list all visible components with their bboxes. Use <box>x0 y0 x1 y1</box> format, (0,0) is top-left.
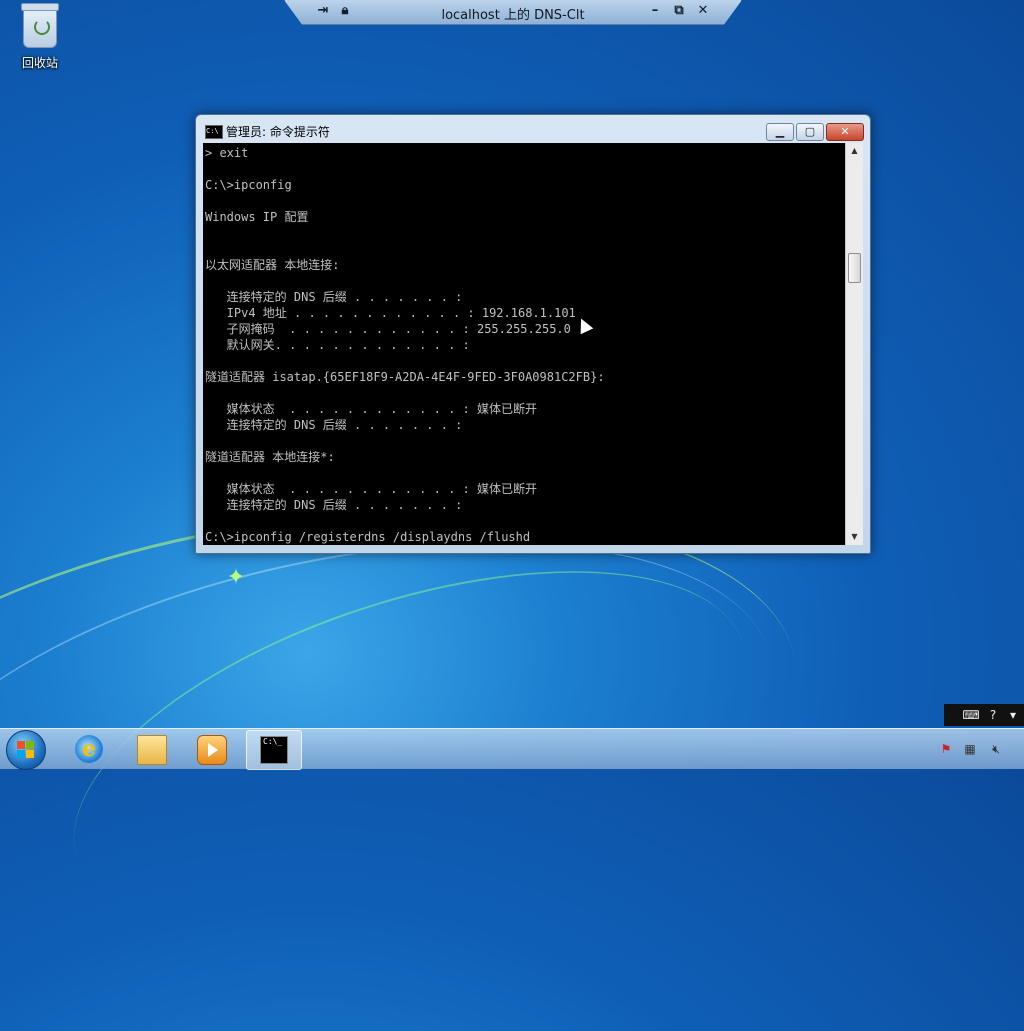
console-line: 媒体状态 . . . . . . . . . . . . : 媒体已断开 <box>205 402 537 416</box>
console-line: 默认网关. . . . . . . . . . . . . : <box>205 338 470 352</box>
console-line: > exit <box>205 146 249 160</box>
scroll-up-arrow-icon[interactable]: ▲ <box>846 143 863 159</box>
cmd-window-title: 管理员: 命令提示符 <box>226 125 330 139</box>
start-button[interactable] <box>6 730 46 770</box>
cmd-window: C:\ 管理员: 命令提示符 ▁ ▢ ✕ > exit C:\>ipconfig… <box>195 114 871 554</box>
recycle-bin-shortcut[interactable]: 回收站 <box>14 3 66 71</box>
window-close-button[interactable]: ✕ <box>826 123 864 141</box>
console-line: 隧道适配器 本地连接*: <box>205 450 335 464</box>
action-center-flag-icon[interactable]: ⚑ <box>938 741 954 757</box>
keyboard-icon[interactable]: ⌨ <box>962 707 980 723</box>
window-minimize-button[interactable]: ▁ <box>766 123 794 141</box>
console-line: 子网掩码 . . . . . . . . . . . . : 255.255.2… <box>205 322 571 336</box>
window-maximize-button[interactable]: ▢ <box>796 123 824 141</box>
help-icon[interactable]: ? <box>984 707 1002 723</box>
cmd-titlebar[interactable]: C:\ 管理员: 命令提示符 ▁ ▢ ✕ <box>196 115 870 143</box>
taskbar-cmd-button[interactable]: C:\_ <box>246 730 302 770</box>
restore-icon[interactable]: ⧉ <box>671 3 687 19</box>
console-line: 连接特定的 DNS 后缀 . . . . . . . : <box>205 290 463 304</box>
taskbar-ie-button[interactable]: e <box>62 730 116 768</box>
ie-icon: e <box>75 735 103 763</box>
console-line: 以太网适配器 本地连接: <box>205 258 340 272</box>
media-player-icon <box>197 735 227 765</box>
console-line: IPv4 地址 . . . . . . . . . . . . : 192.16… <box>205 306 576 320</box>
close-icon[interactable]: ✕ <box>695 3 711 19</box>
console-line: 媒体状态 . . . . . . . . . . . . : 媒体已断开 <box>205 482 537 496</box>
wallpaper-sparkle-icon: ✦ <box>226 565 246 590</box>
windows-logo-icon <box>17 741 35 759</box>
console-scrollbar[interactable]: ▲ ▼ <box>845 143 863 545</box>
cmd-taskbar-icon: C:\_ <box>260 736 288 764</box>
recycle-bin-icon <box>21 3 59 48</box>
console-line: C:\>ipconfig <box>205 178 292 192</box>
console-line: 连接特定的 DNS 后缀 . . . . . . . : <box>205 498 463 512</box>
scrollbar-thumb[interactable] <box>848 253 861 283</box>
minimize-icon[interactable]: – <box>647 3 663 19</box>
network-icon[interactable]: ▦ <box>962 741 978 757</box>
dropdown-icon[interactable]: ▾ <box>1004 707 1022 723</box>
volume-muted-icon[interactable]: 🔇︎ <box>988 741 1004 757</box>
taskbar-explorer-button[interactable] <box>124 730 178 768</box>
scroll-down-arrow-icon[interactable]: ▼ <box>846 529 863 545</box>
taskbar: e C:\_ ⚑ ▦ 🔇︎ <box>0 728 1024 770</box>
explorer-folder-icon <box>137 735 167 765</box>
remote-connection-bar: ⇥ 🔒︎ localhost 上的 DNS-Clt – ⧉ ✕ <box>284 0 742 25</box>
recycle-bin-label: 回收站 <box>21 56 58 70</box>
cmd-window-icon[interactable]: C:\ <box>205 125 223 139</box>
console-line: 隧道适配器 isatap.{65EF18F9-A2DA-4E4F-9FED-3F… <box>205 370 605 384</box>
console-line: 连接特定的 DNS 后缀 . . . . . . . : <box>205 418 463 432</box>
console-command-line[interactable]: C:\>ipconfig /registerdns /displaydns /f… <box>205 529 530 545</box>
console-output[interactable]: > exit C:\>ipconfig Windows IP 配置 以太网适配器… <box>203 143 845 545</box>
console-line: Windows IP 配置 <box>205 210 309 224</box>
taskbar-media-player-button[interactable] <box>184 730 238 768</box>
session-toolbar: ⌨ ? ▾ <box>944 704 1024 726</box>
